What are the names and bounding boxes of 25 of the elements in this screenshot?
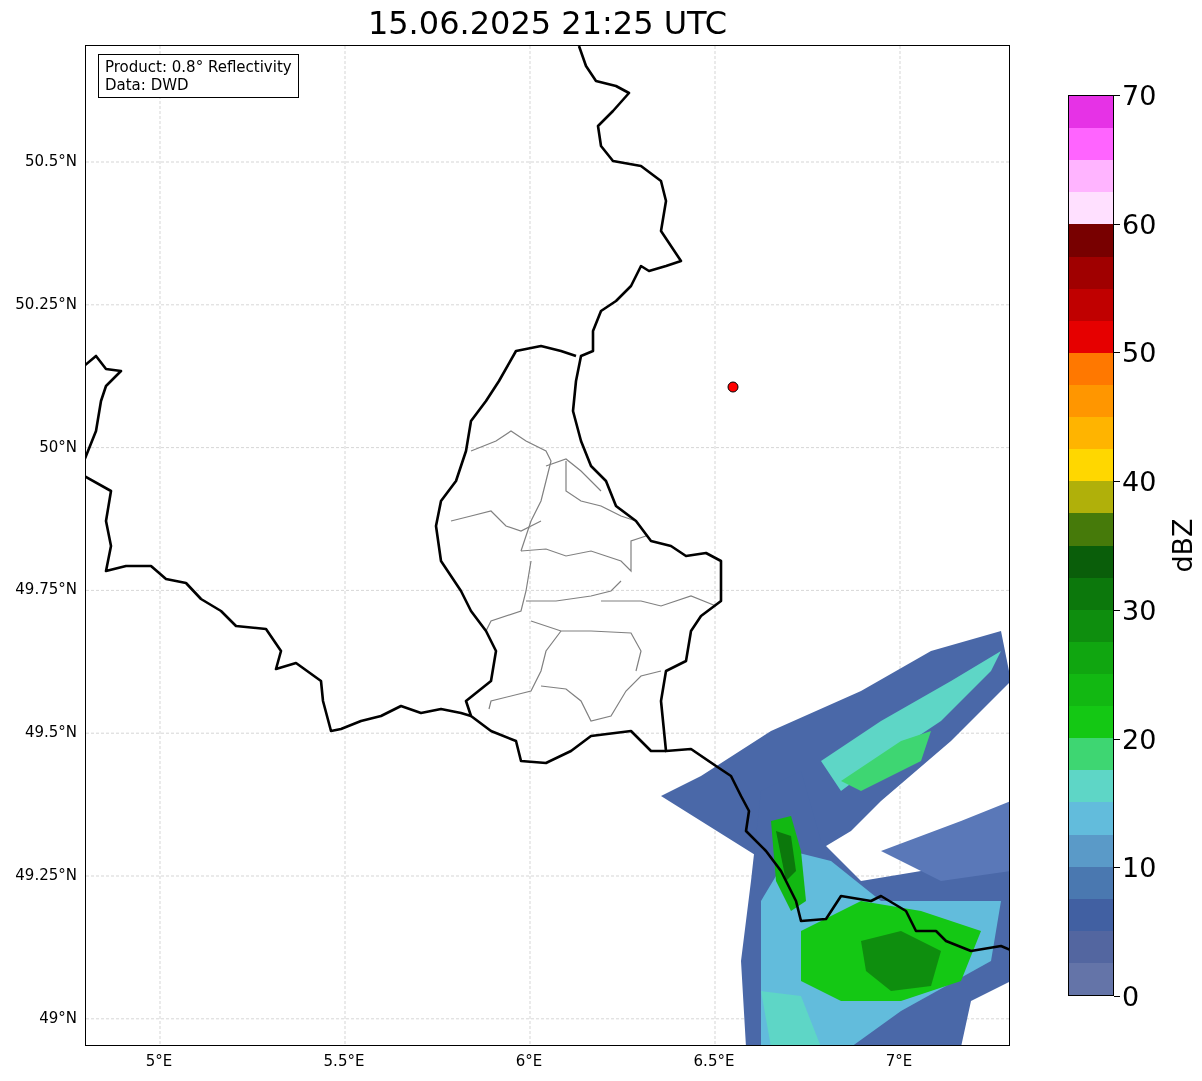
- latitude-label: 49°N: [39, 1008, 77, 1027]
- colorbar-title: dBZ: [1166, 518, 1198, 573]
- colorbar-tick-label: 0: [1122, 982, 1140, 1010]
- latitude-label: 49.5°N: [24, 723, 77, 742]
- longitude-label: 5°E: [145, 1052, 173, 1070]
- longitude-label: 5.5°E: [323, 1052, 365, 1070]
- colorbar-tick-label: 60: [1122, 210, 1157, 238]
- colorbar-tick-label: 30: [1122, 596, 1157, 624]
- colorbar-tick-label: 40: [1122, 467, 1157, 495]
- latitude-label: 49.75°N: [15, 580, 77, 599]
- legend-text: Data: DWD: [105, 76, 190, 94]
- longitude-label: 7°E: [885, 1052, 913, 1070]
- colorbar-tick-label: 20: [1122, 725, 1157, 753]
- latitude-label: 50.5°N: [24, 152, 77, 170]
- latitude-label: 49.25°N: [15, 866, 77, 884]
- longitude-label: 6.5°E: [693, 1052, 735, 1070]
- legend-text: Product: 0.8° Reflectivity: [105, 58, 292, 76]
- colorbar-tick-label: 70: [1122, 81, 1157, 109]
- latitude-label: 50°N: [39, 437, 77, 456]
- colorbar-tick-label: 50: [1122, 338, 1157, 366]
- longitude-label: 6°E: [515, 1052, 543, 1070]
- location-marker: [727, 381, 739, 393]
- chart-title: 15.06.2025 21:25 UTC: [367, 6, 728, 39]
- latitude-label: 50.25°N: [15, 294, 77, 313]
- colorbar-tick-label: 10: [1122, 853, 1157, 881]
